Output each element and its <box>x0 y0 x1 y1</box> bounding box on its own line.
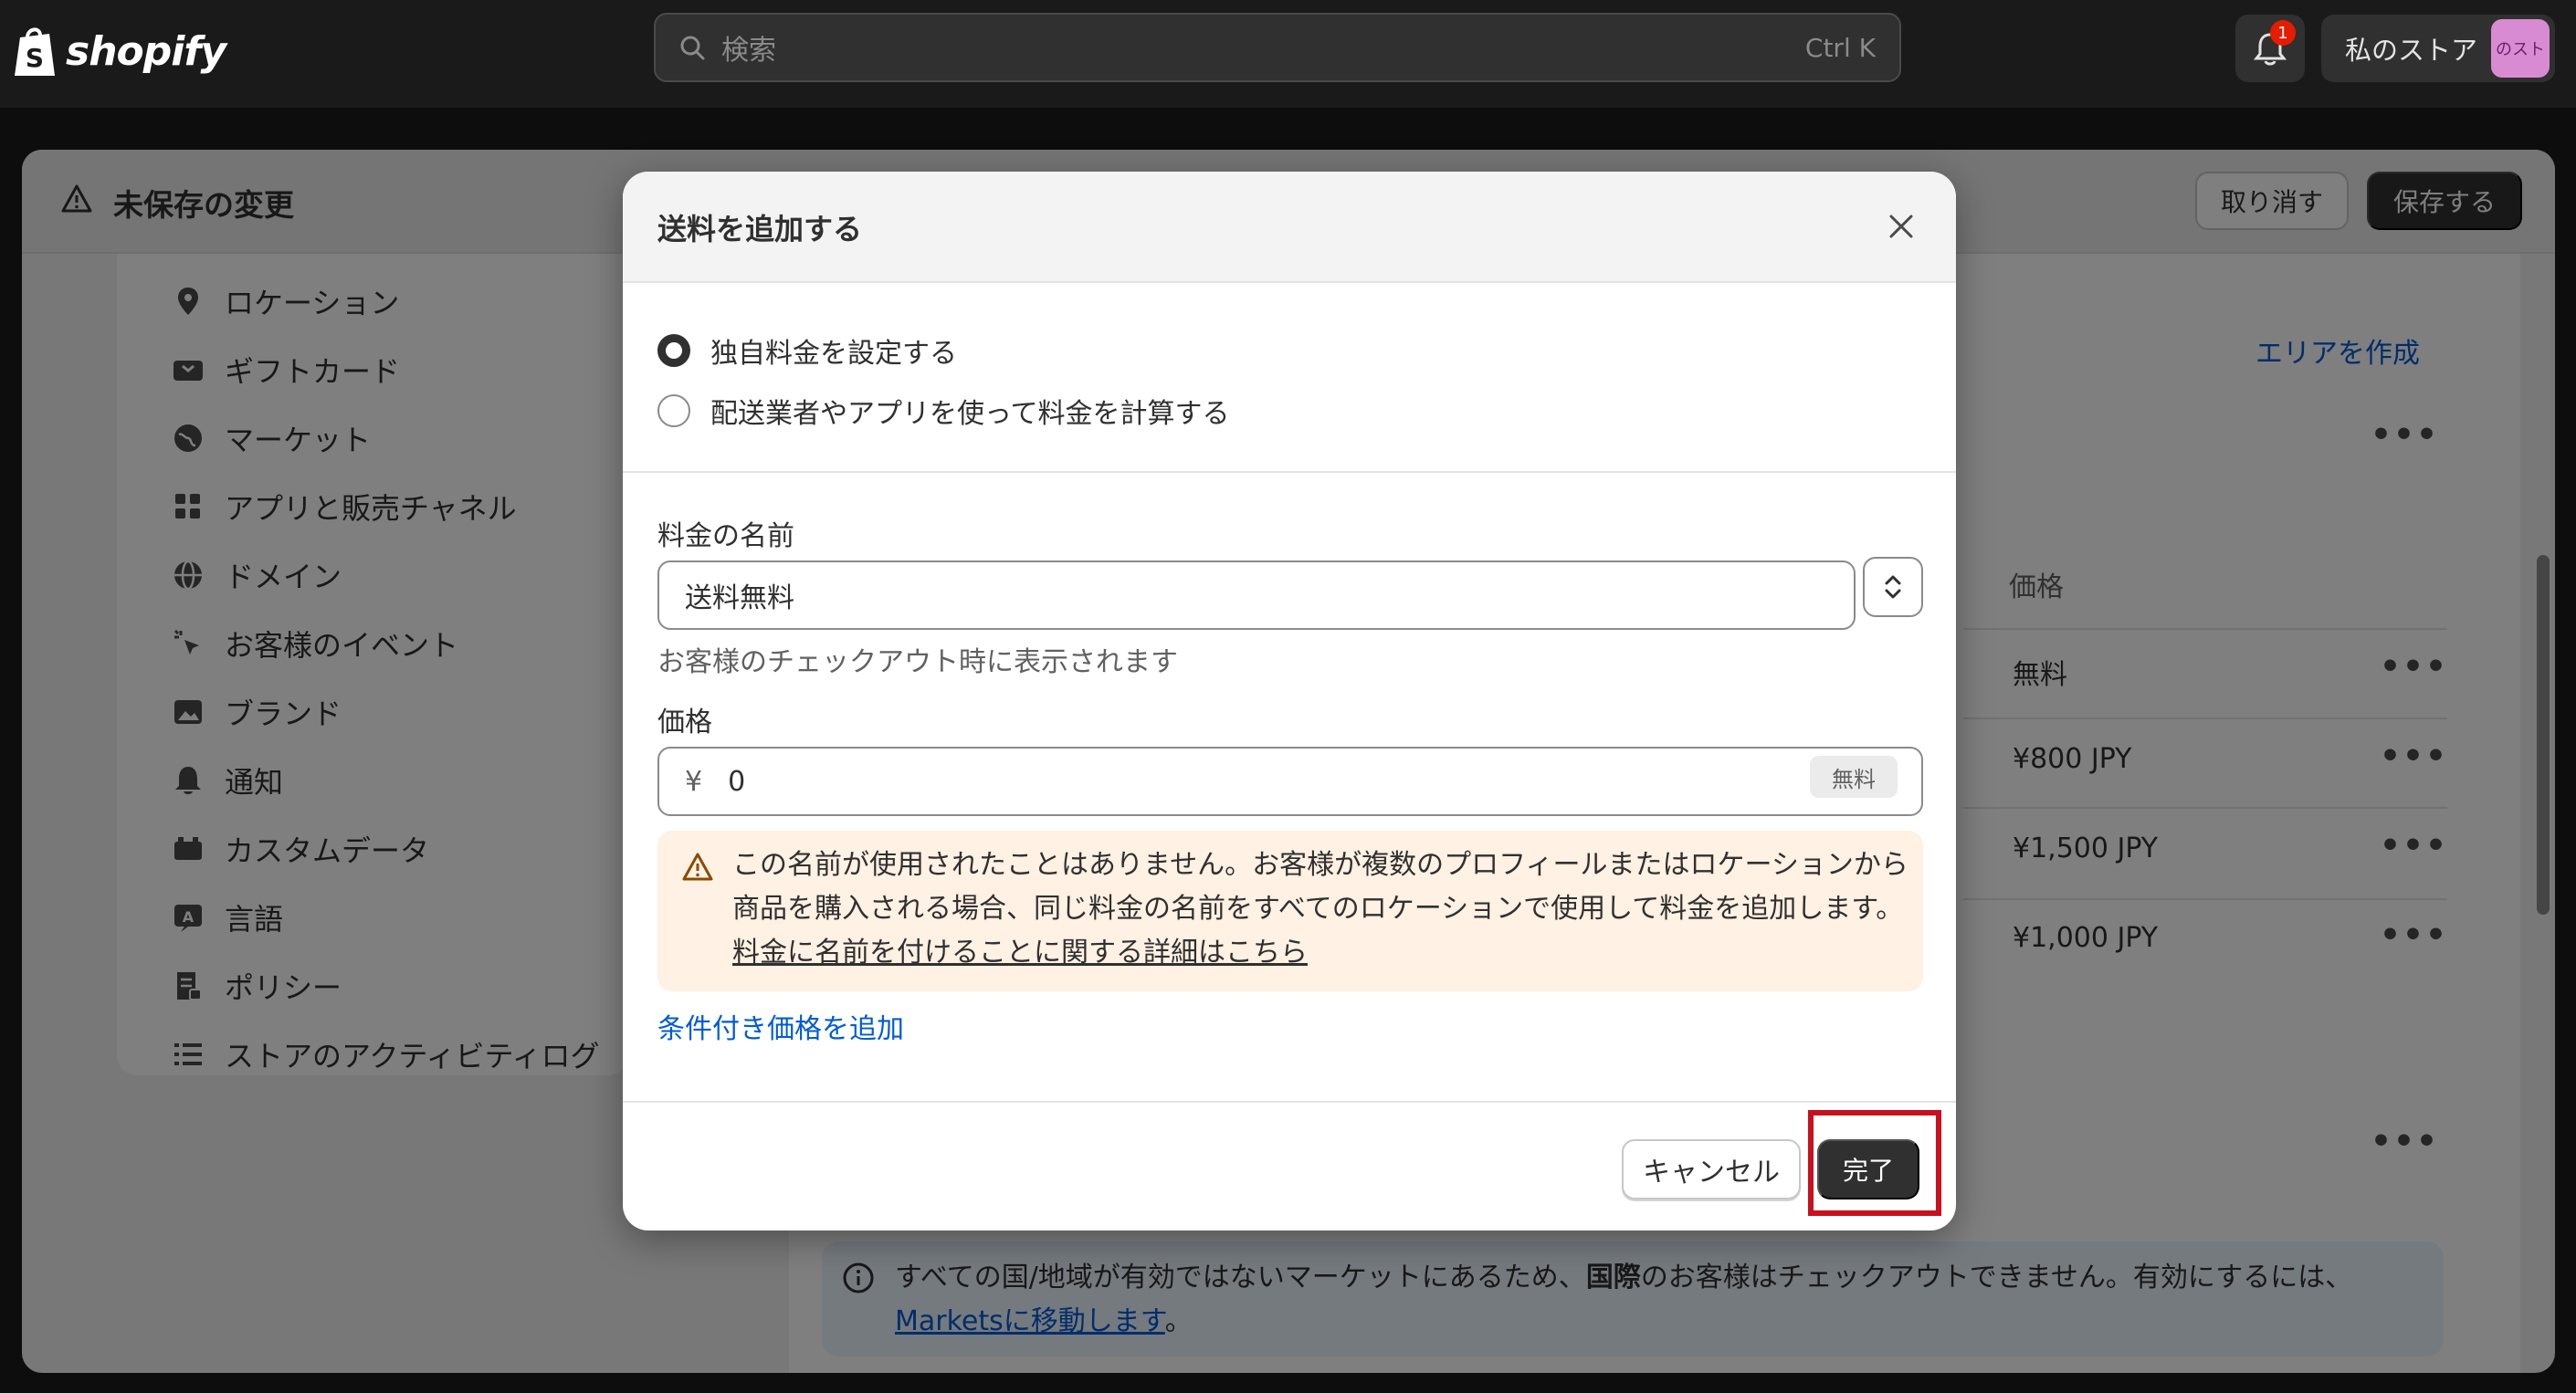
logo-text: shopify <box>66 27 226 75</box>
close-icon <box>1889 215 1913 238</box>
shopify-bag-icon: S <box>15 27 55 76</box>
free-badge: 無料 <box>1810 756 1898 798</box>
search-icon <box>680 36 705 60</box>
search-input[interactable]: 検索 Ctrl K <box>654 13 1901 82</box>
add-rate-modal: 送料を追加する 独自料金を設定する 配送業者やアプリを使って料金を計算する 料金… <box>623 172 1956 1231</box>
rate-name-helper-text: お客様のチェックアウト時に表示されます <box>657 646 1178 678</box>
search-placeholder: 検索 <box>721 35 776 67</box>
cancel-button[interactable]: キャンセル <box>1622 1139 1801 1199</box>
rate-name-input[interactable]: 送料無料 <box>657 560 1856 630</box>
price-input[interactable]: ¥ 0 <box>657 747 1923 816</box>
radio-carrier-rate-control[interactable] <box>657 394 690 427</box>
svg-text:S: S <box>26 43 44 73</box>
search-shortcut: Ctrl K <box>1804 32 1876 63</box>
rate-naming-help-link[interactable]: 料金に名前を付けることに関する詳細はこちら <box>732 937 1308 969</box>
done-button-highlight <box>1808 1110 1941 1216</box>
rate-name-label: 料金の名前 <box>657 520 794 552</box>
modal-divider <box>623 471 1956 473</box>
chevron-up-down-icon <box>1885 575 1901 599</box>
close-button[interactable] <box>1879 204 1923 248</box>
modal-header: 送料を追加する <box>623 172 1956 283</box>
modal-footer-divider <box>623 1101 1956 1103</box>
add-conditional-pricing-link[interactable]: 条件付き価格を追加 <box>657 1006 904 1046</box>
warning-text: この名前が使用されたことはありません。お客様が複数のプロフィールまたはロケーショ… <box>732 843 1910 975</box>
modal-title: 送料を追加する <box>657 212 863 246</box>
top-bar: S shopify 検索 Ctrl K 1 私のストア のスト <box>0 0 2576 108</box>
radio-custom-rate-control[interactable] <box>657 334 690 367</box>
notifications-button[interactable]: 1 <box>2235 15 2305 82</box>
rate-name-warning-banner: この名前が使用されたことはありません。お客様が複数のプロフィールまたはロケーショ… <box>657 831 1923 991</box>
radio-custom-rate-label: 独自料金を設定する <box>710 338 957 370</box>
radio-carrier-rate-label: 配送業者やアプリを使って料金を計算する <box>710 398 1230 430</box>
price-value: 0 <box>728 765 746 798</box>
warning-message: この名前が使用されたことはありません。お客様が複数のプロフィールまたはロケーショ… <box>732 849 1908 925</box>
shopify-logo[interactable]: S shopify <box>13 16 226 86</box>
rate-name-value: 送料無料 <box>685 582 794 614</box>
store-name: 私のストア <box>2345 35 2478 66</box>
rate-name-selector-button[interactable] <box>1863 557 1923 617</box>
radio-carrier-rate[interactable]: 配送業者やアプリを使って料金を計算する <box>657 391 1230 431</box>
warning-icon <box>682 853 713 881</box>
radio-custom-rate[interactable]: 独自料金を設定する <box>657 330 957 371</box>
currency-prefix: ¥ <box>685 765 703 798</box>
store-menu-button[interactable]: 私のストア のスト <box>2321 15 2555 82</box>
notification-count-badge: 1 <box>2270 20 2296 46</box>
store-avatar: のスト <box>2491 19 2550 78</box>
price-label: 価格 <box>657 707 712 738</box>
